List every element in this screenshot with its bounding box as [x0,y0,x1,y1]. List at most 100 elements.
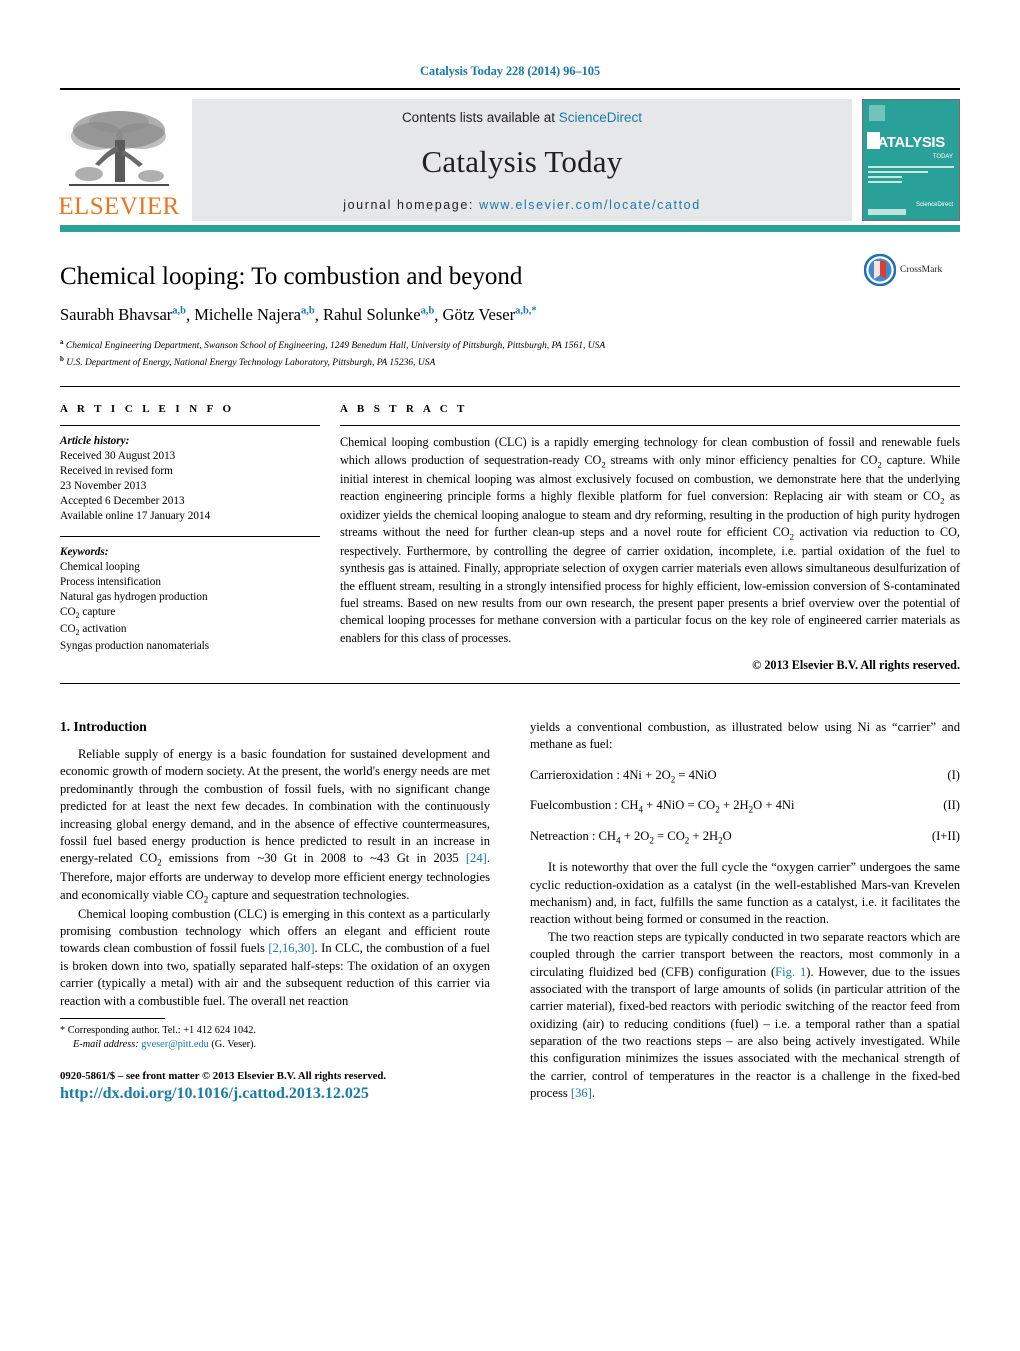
cover-text-lines [868,166,954,186]
history-item: Accepted 6 December 2013 [60,495,185,508]
title-block: CrossMark Chemical looping: To combustio… [60,232,960,370]
equation-body: Carrieroxidation : 4Ni + 2O2 = 4NiO [530,767,717,785]
author-email-link[interactable]: gveser@pitt.edu [141,1039,209,1050]
equation-row: Fuelcombustion : CH4 + 4NiO = CO2 + 2H2O… [530,798,960,815]
masthead-bottom-bar [60,225,960,232]
author-affiliation-marker: a,b [420,305,435,317]
contents-available-line: Contents lists available at ScienceDirec… [402,110,642,125]
affiliation-item: b U.S. Department of Energy, National En… [60,354,960,371]
body-column-right: yields a conventional combustion, as ill… [530,719,960,1103]
keyword-item: CO2 capture [60,606,116,621]
front-matter-line: 0920-5861/$ – see front matter © 2013 El… [60,1069,387,1082]
masthead-center: Contents lists available at ScienceDirec… [192,99,852,221]
elsevier-wordmark: ELSEVIER [58,193,180,220]
equation-number: (I+II) [931,828,960,843]
body-columns: 1. Introduction Reliable supply of energ… [60,684,960,1103]
abstract-copyright: © 2013 Elsevier B.V. All rights reserved… [752,658,960,673]
journal-name: Catalysis Today [421,143,623,179]
article-info-heading: A R T I C L E I N F O [60,403,235,416]
journal-masthead: ELSEVIER Contents lists available at Sci… [58,99,960,221]
cover-sciencedirect-mark: ScienceDirect [915,202,953,208]
author-item[interactable]: Saurabh Bhavsara,b [60,305,186,324]
author-affiliation-marker: a,b,* [515,305,537,317]
equation-number: (I) [947,767,960,782]
article-info-column: A R T I C L E I N F O Article history: R… [60,403,330,673]
author-item[interactable]: Michelle Najeraa,b [194,305,314,324]
article-history-group: Article history: Received 30 August 2013… [60,434,320,524]
figure-link[interactable]: Fig. 1 [775,965,806,979]
section-heading-introduction: 1. Introduction [60,719,147,735]
article-info-rule [60,425,320,427]
elsevier-tree-icon [69,111,169,186]
history-item: Available online 17 January 2014 [60,510,211,523]
citation-link[interactable]: [2,16,30] [268,941,314,955]
running-head: Catalysis Today 228 (2014) 96–105 [419,64,601,78]
keywords-rule [60,536,320,538]
page-title: Chemical looping: To combustion and beyo… [60,263,523,290]
journal-homepage-link[interactable]: www.elsevier.com/locate/cattod [479,198,701,212]
footnote-marker: * [60,1024,66,1036]
keyword-item: CO2 activation [60,623,127,638]
homepage-prefix: journal homepage: [343,198,480,212]
corresponding-author-footnote: * Corresponding author. Tel.: +1 412 624… [60,1024,490,1053]
sciencedirect-link[interactable]: ScienceDirect [559,110,642,125]
body-paragraph: The two reaction steps are typically con… [530,929,960,1101]
abstract-rule [340,425,960,427]
footnote-rule [60,1017,165,1019]
abstract-column: A B S T R A C T Chemical looping combust… [330,403,960,673]
affiliation-text: Chemical Engineering Department, Swanson… [65,340,606,351]
keyword-item: Natural gas hydrogen production [60,591,208,604]
history-item: Received in revised form [60,465,173,478]
keyword-item: Process intensification [60,576,161,589]
author-affiliation-marker: a,b [172,305,186,317]
keywords-label: Keywords: [60,546,109,559]
crossmark-icon [864,254,896,286]
keyword-item: Chemical looping [60,561,140,574]
equation-row: Netreaction : CH4 + 2O2 = CO2 + 2H2O (I+… [530,829,960,846]
citation-link[interactable]: [24] [466,851,487,865]
keyword-item: Syngas production nanomaterials [60,640,210,653]
author-item[interactable]: Götz Vesera,b,* [443,305,537,324]
equation-body: Fuelcombustion : CH4 + 4NiO = CO2 + 2H2O… [530,798,795,815]
affiliation-marker: b [60,354,64,363]
body-paragraph: Chemical looping combustion (CLC) is eme… [60,906,490,1008]
contents-prefix: Contents lists available at [401,110,559,125]
abstract-text: Chemical looping combustion (CLC) is a r… [340,435,961,645]
footnote-text: Corresponding author. Tel.: +1 412 624 1… [67,1024,256,1036]
body-paragraph: Reliable supply of energy is a basic fou… [60,747,490,905]
affiliation-item: a Chemical Engineering Department, Swans… [60,337,960,354]
paper-page: Catalysis Today 228 (2014) 96–105 ELSEVI… [0,0,1020,1351]
page-footer-left: * Corresponding author. Tel.: +1 412 624… [60,1017,490,1103]
body-paragraph: yields a conventional combustion, as ill… [530,720,960,752]
author-item[interactable]: Rahul Solunkea,b [323,305,434,324]
email-label: E-mail address: [73,1039,139,1051]
equation-number: (II) [943,798,960,813]
equation-body: Netreaction : CH4 + 2O2 = CO2 + 2H2O [530,828,732,846]
history-item: 23 November 2013 [60,480,147,493]
journal-cover-thumbnail[interactable]: CATALYSIS TODAY ScienceDirect [862,99,960,221]
cover-elsevier-mark [869,105,885,121]
info-abstract-section: A R T I C L E I N F O Article history: R… [60,387,960,673]
body-paragraph: It is noteworthy that over the full cycl… [530,860,960,927]
email-suffix: (G. Veser). [211,1039,257,1051]
citation-link[interactable]: [36] [571,1086,592,1100]
journal-homepage-line: journal homepage: www.elsevier.com/locat… [343,198,701,212]
author-affiliation-marker: a,b [300,305,315,317]
author-name: Götz Veser [442,305,516,324]
body-column-left: 1. Introduction Reliable supply of energ… [60,719,490,1103]
doi-link[interactable]: http://dx.doi.org/10.1016/j.cattod.2013.… [60,1085,490,1103]
cover-subtitle: TODAY [932,154,953,160]
author-list: Saurabh Bhavsara,b, Michelle Najeraa,b, … [60,305,537,324]
cover-footer-bar [868,209,906,215]
equation-row: Carrieroxidation : 4Ni + 2O2 = 4NiO (I) [530,768,960,785]
abstract-heading: A B S T R A C T [340,403,468,416]
cover-title: CATALYSIS [867,134,945,151]
history-item: Received 30 August 2013 [60,450,176,463]
crossmark-badge[interactable]: CrossMark [864,254,960,286]
author-name: Rahul Solunke [322,305,421,324]
affiliation-marker: a [60,337,64,346]
crossmark-label: CrossMark [900,265,943,275]
affiliation-text: U.S. Department of Energy, National Ener… [66,357,436,368]
masthead-top-rule [60,88,960,90]
affiliation-list: a Chemical Engineering Department, Swans… [60,337,960,371]
